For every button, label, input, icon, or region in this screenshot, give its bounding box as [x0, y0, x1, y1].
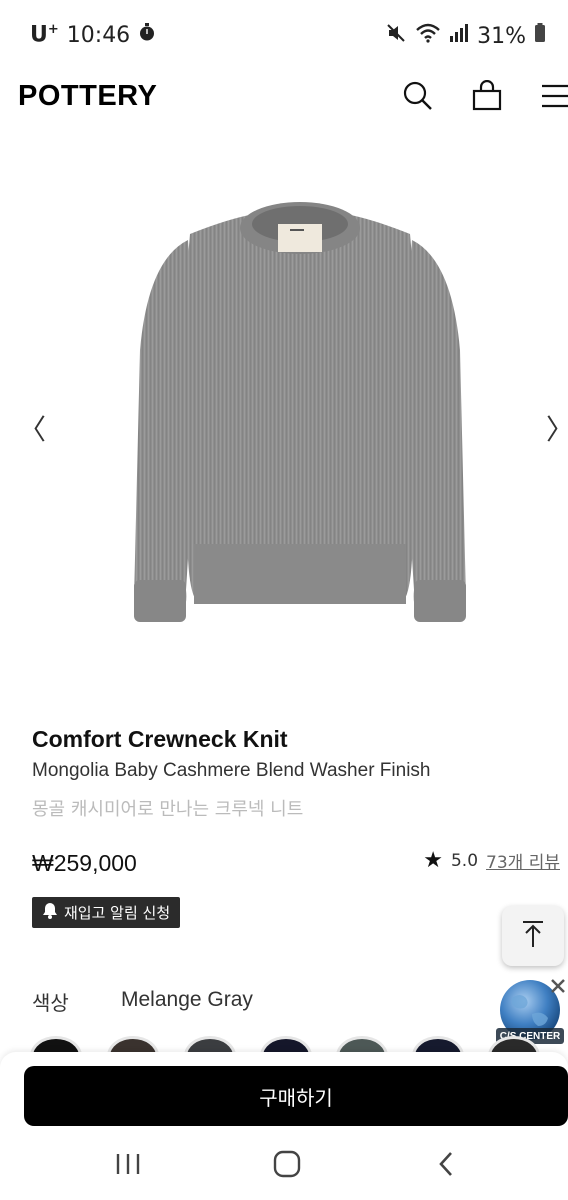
menu-button[interactable] — [536, 78, 568, 118]
buy-button[interactable]: 구매하기 — [24, 1066, 568, 1126]
color-option-label: 색상 — [32, 991, 69, 1015]
status-bar: U+ 10:46 31% — [0, 0, 568, 74]
restock-label: 재입고 알림 신청 — [64, 904, 171, 922]
menu-icon — [536, 82, 568, 114]
carousel-prev-button[interactable]: 〈 — [18, 410, 46, 446]
carousel-next-button[interactable]: 〉 — [546, 410, 568, 446]
product-rating: ★ 5.0 73개 리뷰 — [423, 848, 560, 873]
battery-icon — [534, 23, 546, 49]
purchase-panel: 구매하기 — [0, 1052, 568, 1132]
back-button[interactable] — [421, 1146, 471, 1186]
product-subtitle: Mongolia Baby Cashmere Blend Washer Fini… — [32, 760, 431, 781]
signal-icon — [449, 23, 469, 49]
rating-score: 5.0 — [450, 850, 479, 871]
scroll-to-top-button[interactable] — [502, 906, 564, 966]
search-button[interactable] — [398, 78, 438, 118]
home-icon — [273, 1150, 301, 1182]
home-button[interactable] — [262, 1146, 312, 1186]
search-icon — [402, 80, 434, 116]
bell-icon — [42, 902, 58, 923]
mute-icon — [385, 22, 407, 50]
battery-percent: 31% — [477, 23, 526, 49]
product-image-carousel[interactable]: 〈 〉 — [0, 140, 568, 710]
carrier-label: U+ — [30, 22, 59, 48]
arrow-up-to-top-icon — [521, 920, 545, 952]
product-price: ₩259,000 — [32, 850, 137, 876]
product-name: Comfort Crewneck Knit — [32, 726, 288, 752]
recent-apps-button[interactable] — [103, 1146, 153, 1186]
app-header: POTTERY — [0, 74, 568, 124]
recent-apps-icon — [115, 1152, 141, 1180]
status-left: U+ 10:46 — [30, 22, 156, 48]
wifi-icon — [415, 22, 441, 50]
shopping-bag-icon — [471, 79, 503, 116]
reviews-link[interactable]: 73개 리뷰 — [486, 848, 560, 873]
star-icon: ★ — [423, 848, 443, 873]
timer-icon — [138, 22, 156, 48]
selected-color-value: Melange Gray — [121, 988, 253, 1011]
product-image — [120, 200, 480, 660]
back-icon — [436, 1150, 456, 1182]
status-right: 31% — [385, 22, 546, 50]
brand-logo[interactable]: POTTERY — [18, 80, 157, 113]
cart-button[interactable] — [467, 78, 507, 118]
product-korean-description: 몽골 캐시미어로 만나는 크루넥 니트 — [32, 799, 304, 820]
status-time: 10:46 — [66, 22, 131, 48]
restock-alert-button[interactable]: 재입고 알림 신청 — [32, 897, 181, 928]
system-navigation-bar — [0, 1132, 568, 1200]
